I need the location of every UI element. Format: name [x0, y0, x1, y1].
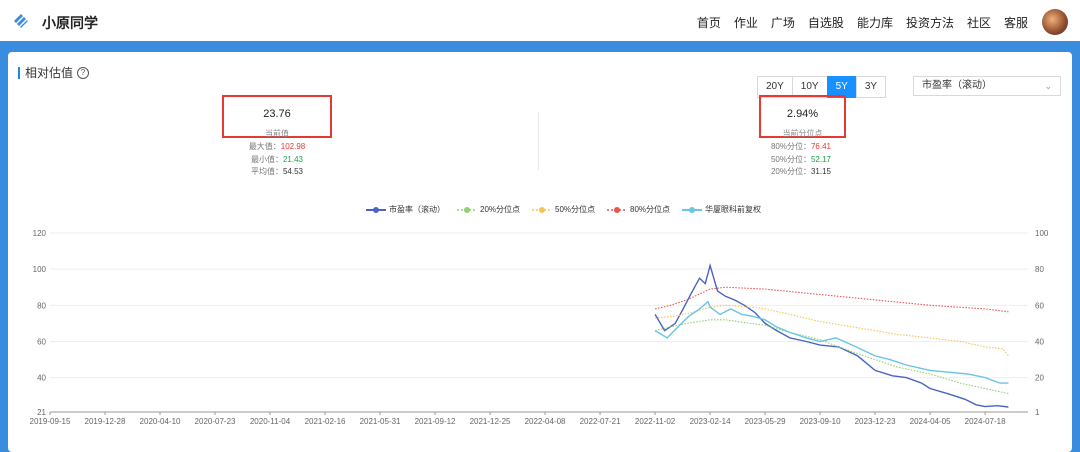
nav-invest-method[interactable]: 投资方法	[906, 14, 954, 31]
x-tick-label: 2023-12-23	[855, 417, 896, 426]
y-left-tick-label: 40	[37, 374, 46, 383]
x-tick-label: 2023-09-10	[800, 417, 841, 426]
nav-home[interactable]: 首页	[697, 14, 721, 31]
x-tick-label: 2024-04-05	[910, 417, 951, 426]
series-line-pe	[654, 262, 1009, 408]
y-left-tick-label: 80	[37, 301, 46, 310]
x-tick-label: 2020-04-10	[140, 417, 181, 426]
x-tick-label: 2019-12-28	[85, 417, 126, 426]
nav-support[interactable]: 客服	[1004, 14, 1028, 31]
x-tick-label: 2024-07-18	[965, 417, 1006, 426]
nav-plaza[interactable]: 广场	[771, 14, 795, 31]
x-tick-label: 2021-02-16	[305, 417, 346, 426]
y-right-tick-label: 40	[1035, 337, 1044, 346]
nav-skills[interactable]: 能力库	[857, 14, 893, 31]
nav-watchlist[interactable]: 自选股	[808, 14, 844, 31]
x-tick-label: 2020-11-04	[250, 417, 291, 426]
y-right-tick-label: 80	[1035, 265, 1044, 274]
x-tick-label: 2023-05-29	[745, 417, 786, 426]
nav-community[interactable]: 社区	[967, 14, 991, 31]
top-navbar: 小原同学 首页 作业 广场 自选股 能力库 投资方法 社区 客服	[0, 0, 1080, 44]
y-left-tick-label: 21	[37, 408, 46, 417]
y-right-tick-label: 100	[1035, 229, 1049, 238]
series-line-p50	[655, 304, 1009, 356]
y-left-tick-label: 100	[33, 265, 47, 274]
x-tick-label: 2021-05-31	[360, 417, 401, 426]
main-nav: 首页 作业 广场 自选股 能力库 投资方法 社区 客服	[697, 14, 1028, 31]
x-tick-label: 2022-07-21	[580, 417, 621, 426]
x-tick-label: 2021-12-25	[470, 417, 511, 426]
y-left-tick-label: 60	[37, 337, 46, 346]
x-tick-label: 2022-04-08	[525, 417, 566, 426]
x-tick-label: 2019-09-15	[30, 417, 71, 426]
pe-chart: 214060801001201204060801002019-09-15 2019…	[30, 229, 1049, 426]
brand-name[interactable]: 小原同学	[42, 13, 98, 33]
user-avatar[interactable]	[1042, 9, 1068, 35]
y-left-tick-label: 120	[33, 229, 47, 238]
y-right-tick-label: 20	[1035, 374, 1044, 383]
series-line-p20	[654, 319, 1009, 395]
logo-icon[interactable]	[12, 12, 30, 30]
x-tick-label: 2021-09-12	[415, 417, 456, 426]
y-right-tick-label: 1	[1035, 408, 1040, 417]
y-right-tick-label: 60	[1035, 301, 1044, 310]
x-tick-label: 2020-07-23	[195, 417, 236, 426]
x-tick-label: 2023-02-14	[690, 417, 731, 426]
x-tick-label: 2022-11-02	[635, 417, 676, 426]
series-line-price	[654, 300, 1009, 384]
nav-homework[interactable]: 作业	[734, 14, 758, 31]
